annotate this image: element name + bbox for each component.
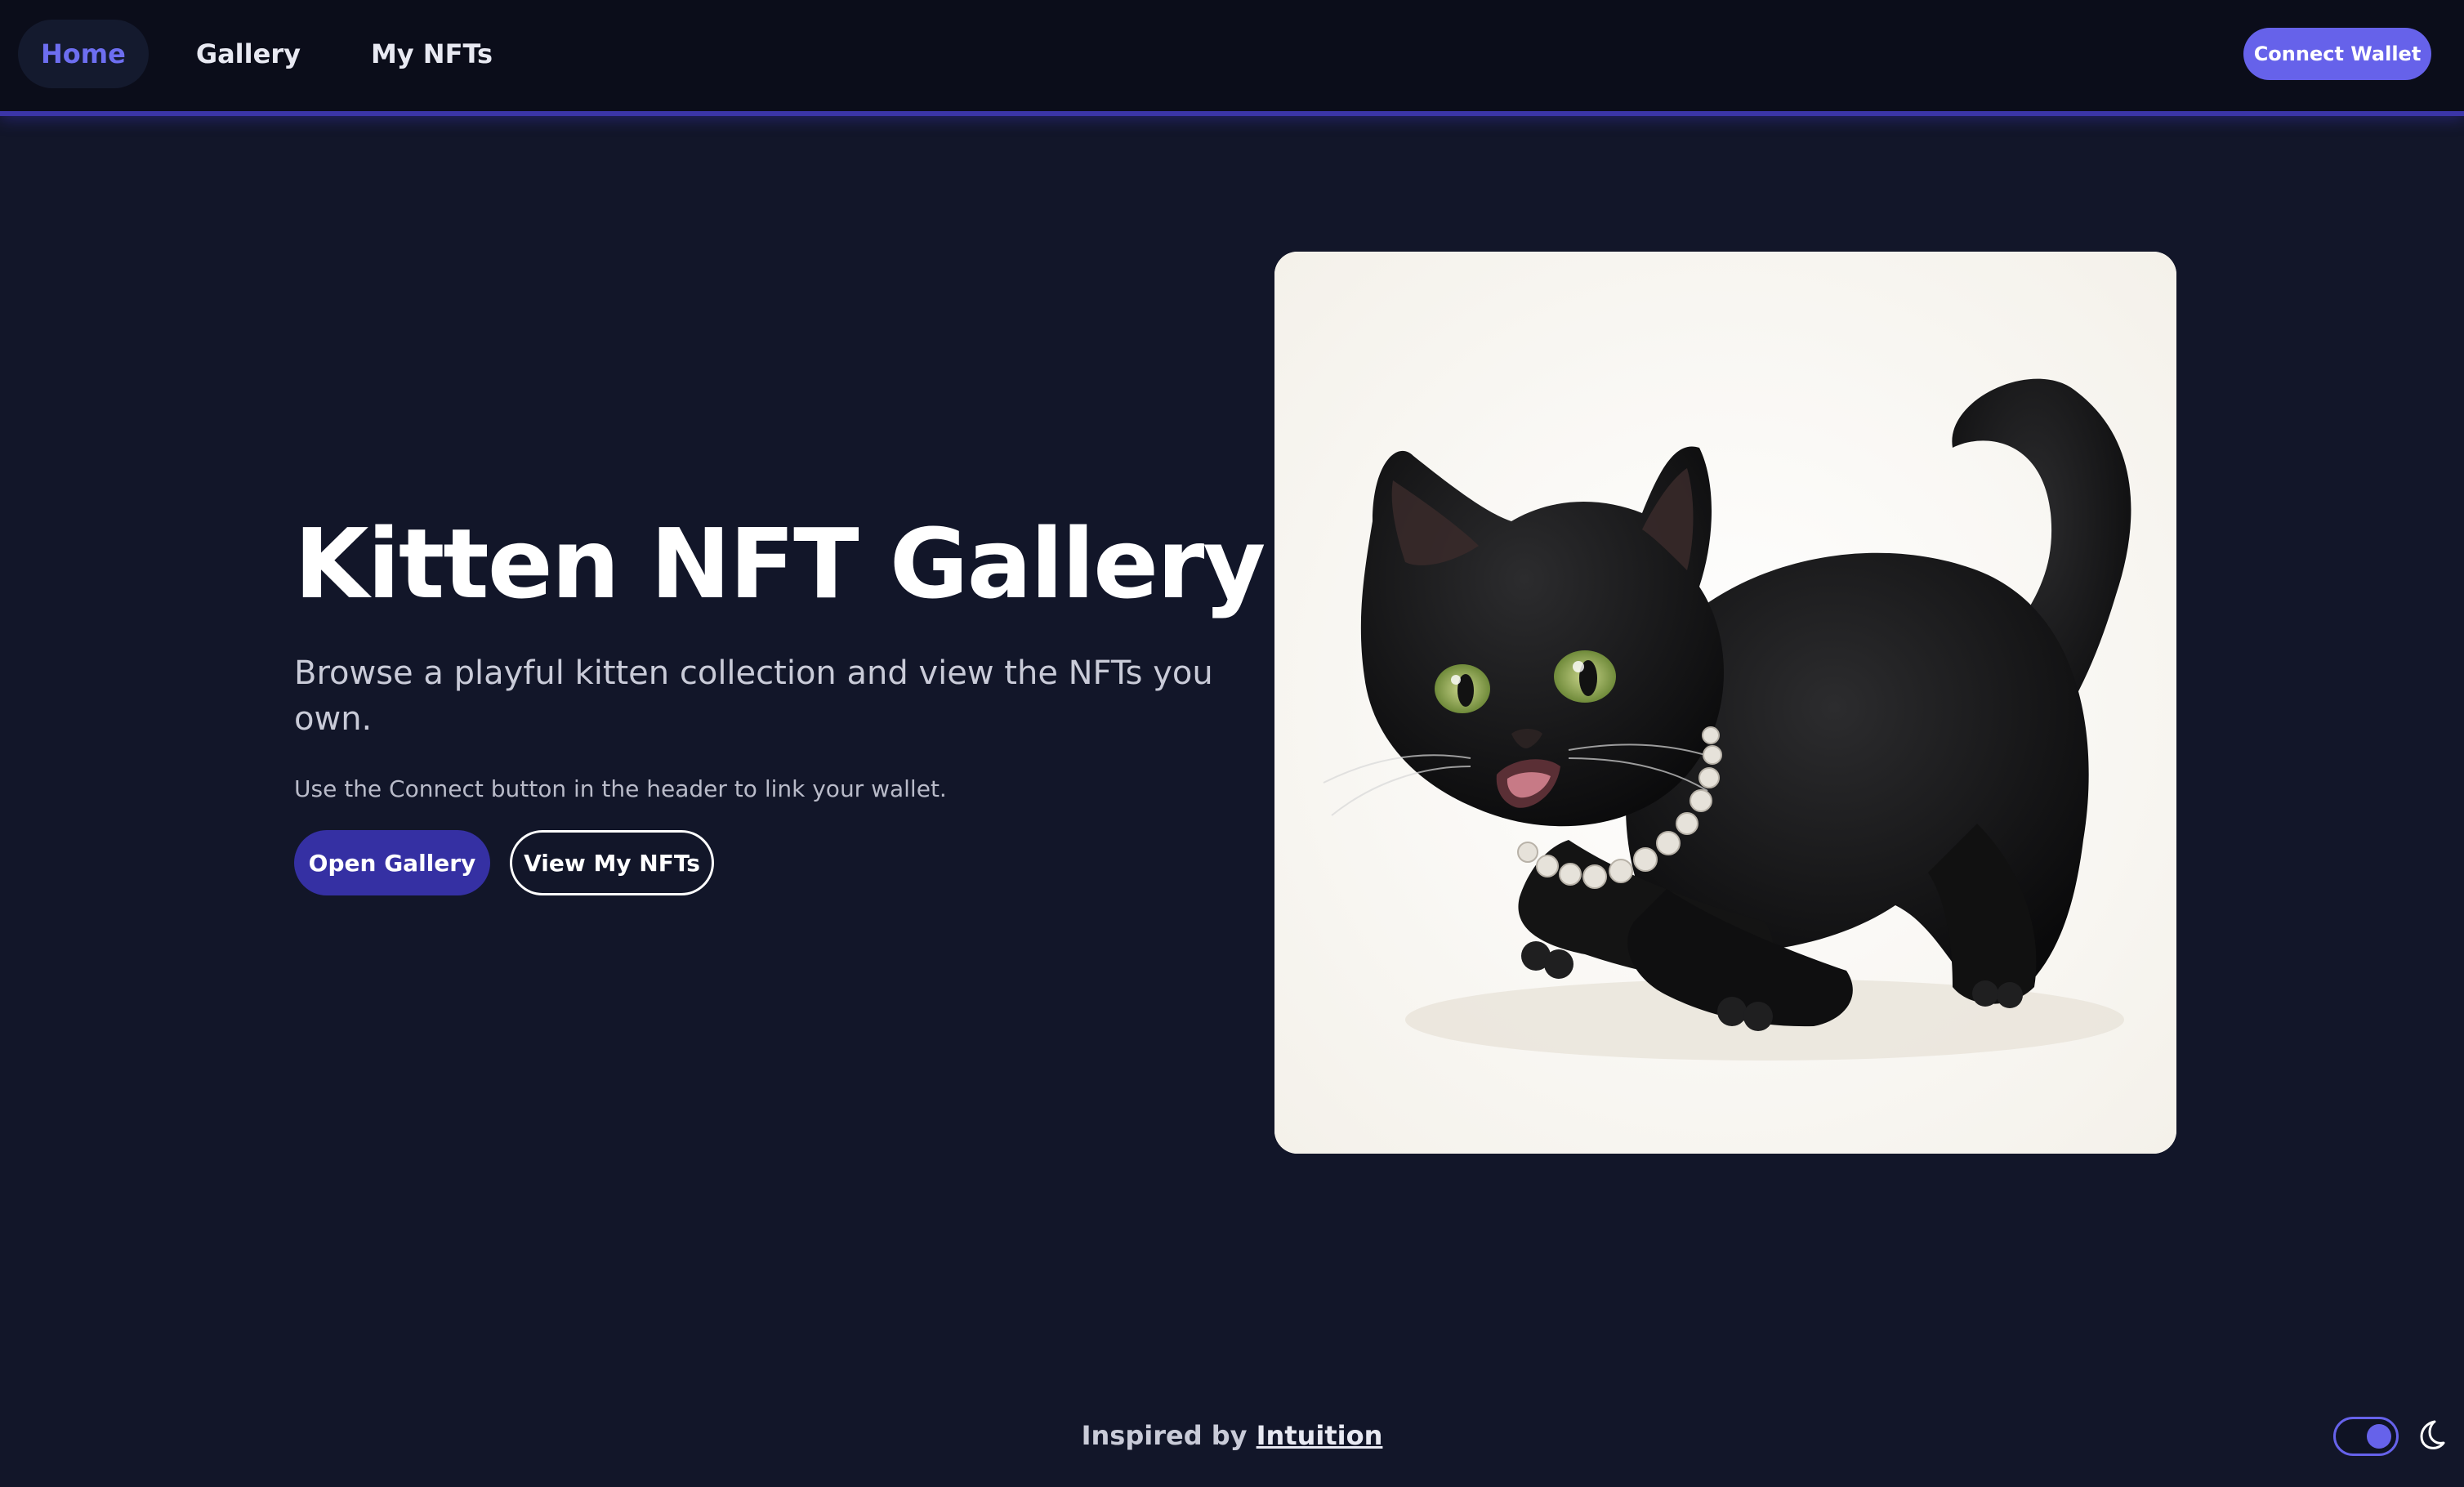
- theme-toggle[interactable]: [2333, 1417, 2399, 1456]
- hero-subtitle: Browse a playful kitten collection and v…: [294, 654, 1213, 738]
- header: Home Gallery My NFTs Connect Wallet: [0, 0, 2464, 116]
- toggle-knob: [2367, 1424, 2391, 1449]
- connect-wallet-button[interactable]: Connect Wallet: [2243, 28, 2431, 80]
- main-nav: Home Gallery My NFTs: [18, 20, 540, 88]
- nav-gallery[interactable]: Gallery: [173, 20, 324, 88]
- intuition-link[interactable]: Intuition: [1257, 1420, 1383, 1451]
- hero-kitten-image: [1274, 252, 2176, 1154]
- hero-note: Use the Connect button in the header to …: [294, 775, 947, 802]
- open-gallery-button[interactable]: Open Gallery: [294, 830, 490, 895]
- footer: Inspired by Intuition: [0, 1420, 2464, 1451]
- nav-my-nfts[interactable]: My NFTs: [348, 20, 516, 88]
- hero-section: Kitten NFT Gallery Browse a playful kitt…: [294, 507, 1265, 895]
- moon-icon[interactable]: [2412, 1417, 2448, 1453]
- hero-title: Kitten NFT Gallery: [294, 507, 1265, 620]
- page: Home Gallery My NFTs Connect Wallet Kitt…: [0, 0, 2464, 1487]
- footer-prefix: Inspired by: [1081, 1420, 1248, 1451]
- kitten-illustration: [1274, 252, 2176, 1154]
- nav-home[interactable]: Home: [18, 20, 149, 88]
- hero-actions: Open Gallery View My NFTs: [294, 830, 1234, 895]
- view-my-nfts-button[interactable]: View My NFTs: [510, 830, 714, 895]
